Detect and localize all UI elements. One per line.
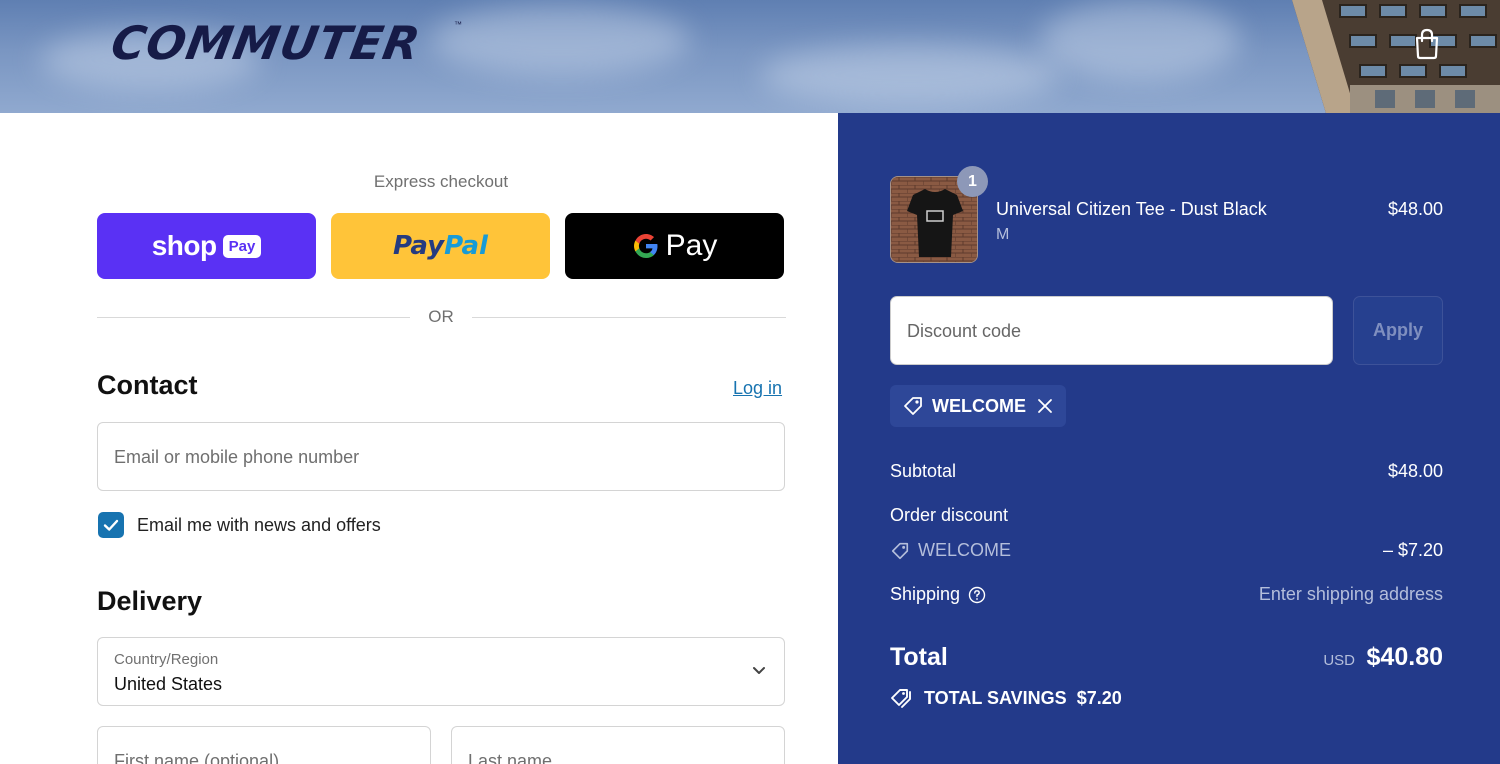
- checkmark-icon: [103, 519, 119, 531]
- chevron-down-icon: [753, 667, 765, 674]
- or-divider-text: OR: [428, 307, 454, 326]
- subtotal-value: $48.00: [1387, 461, 1443, 481]
- product-price: $48.00: [1387, 199, 1443, 219]
- product-variant: M: [996, 226, 1010, 243]
- login-link[interactable]: Log in: [733, 378, 782, 399]
- google-g-icon: [633, 234, 658, 258]
- shipping-row: Shipping: [890, 584, 986, 605]
- discount-code-field[interactable]: Discount code: [890, 296, 1333, 365]
- product-name: Universal Citizen Tee - Dust Black: [996, 199, 1267, 219]
- email-placeholder: Email or mobile phone number: [114, 447, 360, 467]
- country-value: United States: [114, 674, 223, 694]
- delivery-heading: Delivery: [97, 586, 203, 616]
- shop-pay-wordmark: shop: [151, 230, 217, 261]
- total-value: $40.80: [1366, 643, 1443, 671]
- tag-icon: [904, 397, 922, 415]
- country-select[interactable]: Country/Region United States: [97, 637, 785, 706]
- google-pay-button[interactable]: Pay: [565, 213, 784, 279]
- first-name-placeholder: First name (optional): [114, 751, 280, 764]
- remove-discount-icon[interactable]: [1036, 397, 1054, 415]
- order-summary: 1 Universal Citizen Tee - Dust Black M $…: [838, 113, 1500, 764]
- express-checkout-title: Express checkout: [373, 172, 509, 191]
- shipping-value: Enter shipping address: [1258, 584, 1443, 604]
- newsletter-checkbox[interactable]: [98, 512, 124, 538]
- last-name-field[interactable]: Last name: [451, 726, 785, 764]
- tags-icon: [891, 689, 911, 708]
- site-header: COMMUTER ™: [0, 0, 1500, 113]
- total-savings-label: TOTAL SAVINGS: [924, 687, 1067, 708]
- commuter-logo[interactable]: COMMUTER: [107, 16, 425, 70]
- discount-placeholder: Discount code: [907, 321, 1022, 341]
- last-name-placeholder: Last name: [468, 751, 553, 764]
- applied-discount-code: WELCOME: [932, 395, 1026, 416]
- shipping-label: Shipping: [890, 584, 961, 604]
- contact-heading: Contact: [97, 370, 198, 400]
- total-savings-value: $7.20: [1076, 687, 1122, 708]
- newsletter-label: Email me with news and offers: [137, 515, 381, 535]
- building-image: [1292, 0, 1500, 113]
- order-discount-code: WELCOME: [918, 540, 1012, 560]
- google-pay-label: Pay: [665, 229, 718, 262]
- order-discount-code-row: WELCOME: [890, 540, 1011, 561]
- help-circle-icon[interactable]: [968, 586, 986, 604]
- divider-left: [97, 317, 410, 318]
- order-discount-value: – $7.20: [1382, 540, 1443, 560]
- first-name-field[interactable]: First name (optional): [97, 726, 431, 764]
- trademark-mark: ™: [454, 20, 462, 29]
- subtotal-label: Subtotal: [890, 461, 957, 481]
- paypal-button[interactable]: PayPal: [331, 213, 550, 279]
- total-label: Total: [890, 643, 948, 671]
- order-discount-label: Order discount: [890, 505, 1009, 525]
- shopping-bag-icon[interactable]: [1412, 28, 1442, 60]
- tag-icon: [891, 542, 909, 559]
- quantity-badge: 1: [957, 166, 988, 197]
- country-label: Country/Region: [114, 651, 219, 668]
- paypal-logo: PayPal: [393, 231, 488, 261]
- apply-discount-button[interactable]: Apply: [1353, 296, 1443, 365]
- total-savings: TOTAL SAVINGS $7.20: [890, 687, 1122, 709]
- divider-right: [472, 317, 786, 318]
- email-field[interactable]: Email or mobile phone number: [97, 422, 785, 491]
- shop-pay-badge: Pay: [222, 234, 262, 258]
- shop-pay-button[interactable]: shop Pay: [97, 213, 316, 279]
- total-currency: USD: [1323, 652, 1355, 669]
- applied-discount-chip: WELCOME: [890, 385, 1066, 427]
